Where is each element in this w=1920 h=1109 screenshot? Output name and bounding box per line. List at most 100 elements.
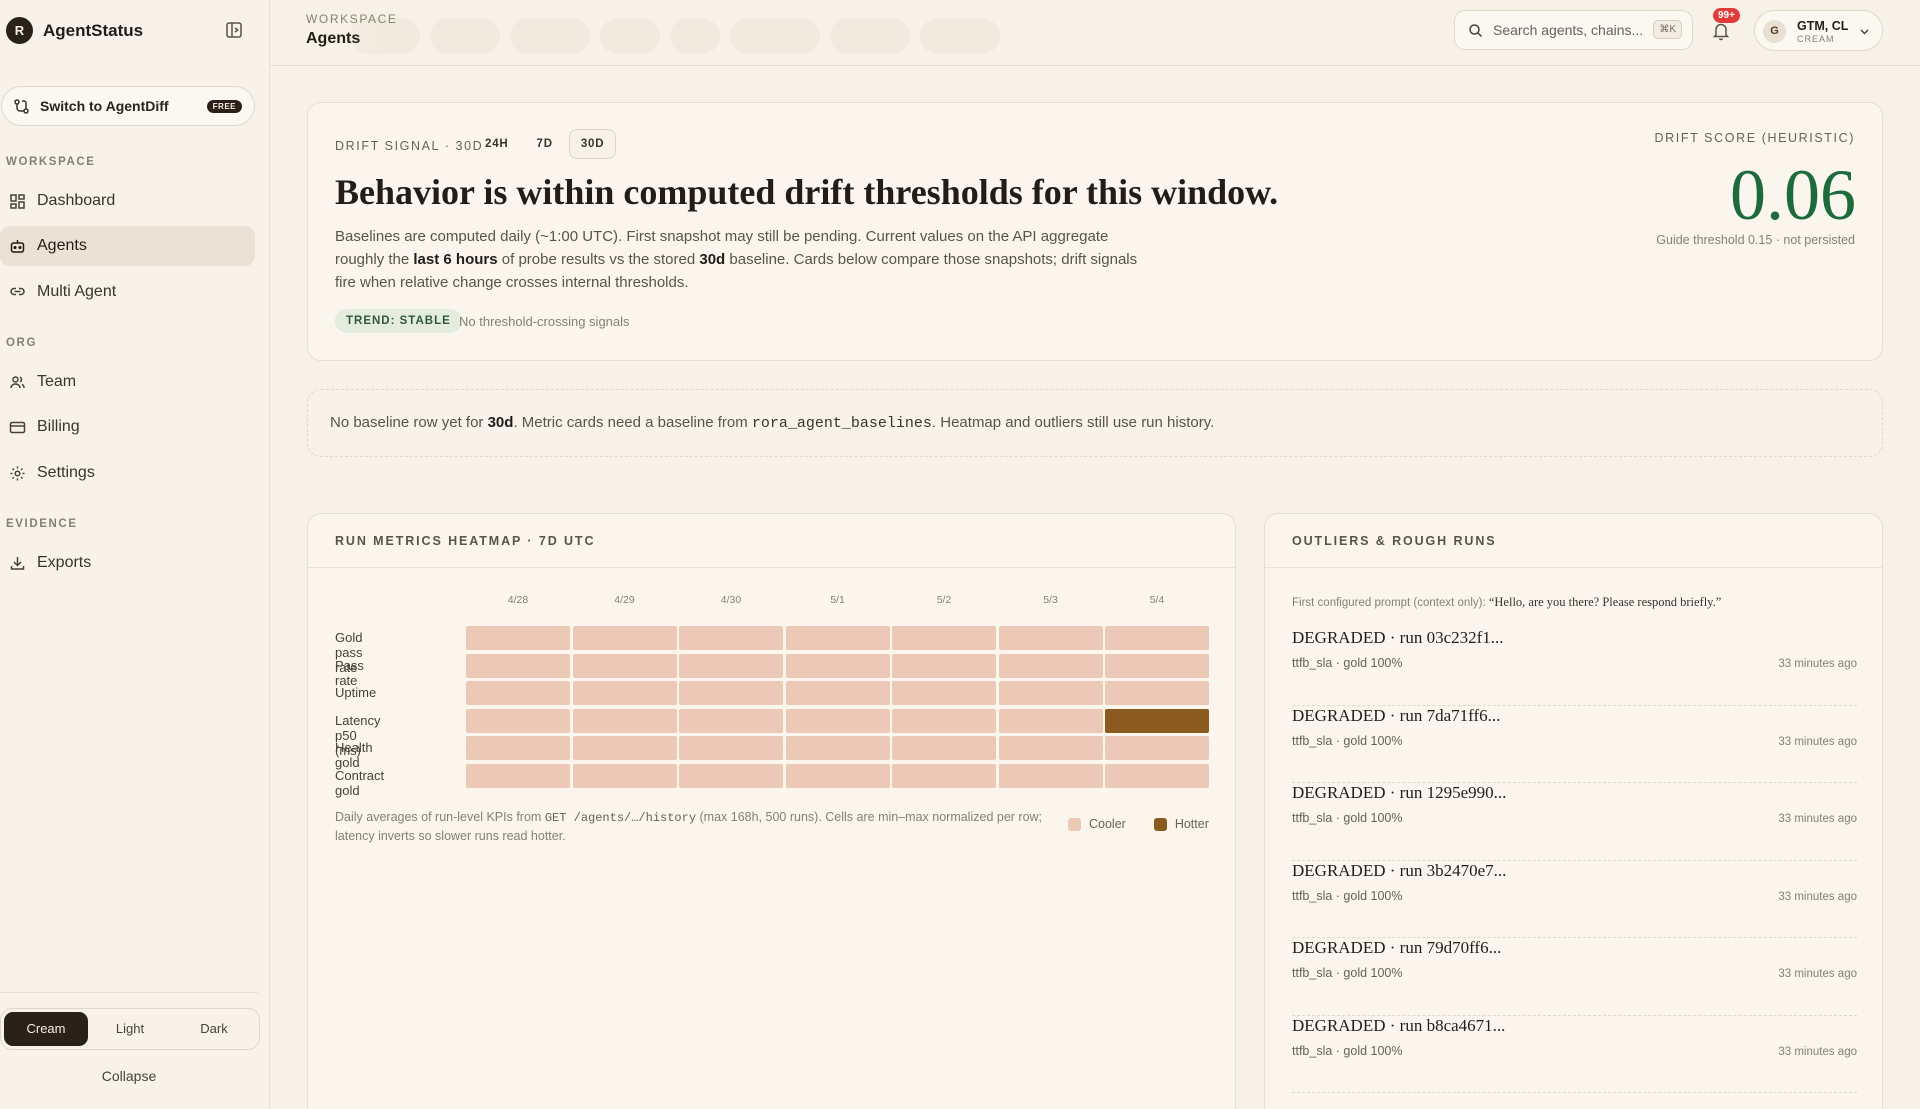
heatmap-cell[interactable] xyxy=(785,626,890,650)
heatmap-cell[interactable] xyxy=(466,653,570,678)
heatmap-cell[interactable] xyxy=(785,653,890,678)
heatmap-cell[interactable] xyxy=(572,763,677,788)
heatmap-cell[interactable] xyxy=(1105,708,1209,733)
heatmap-cell[interactable] xyxy=(998,626,1103,650)
theme-option-dark[interactable]: Dark xyxy=(172,1012,256,1046)
drift-description: Baselines are computed daily (~1:00 UTC)… xyxy=(335,228,1138,291)
drift-score-label: DRIFT SCORE (HEURISTIC) xyxy=(1654,131,1855,145)
heatmap-column-label: 4/28 xyxy=(507,594,529,606)
outlier-run-item[interactable]: DEGRADED · run 3b2470e7... ttfb_sla · gol… xyxy=(1292,860,1857,938)
bell-icon[interactable] xyxy=(1712,21,1730,41)
switch-agentdiff-button[interactable]: Switch to AgentDiff FREE xyxy=(1,86,255,126)
sidebar-item-exports[interactable]: Exports xyxy=(0,543,255,583)
free-badge: FREE xyxy=(206,100,242,113)
heatmap-column-label: 4/29 xyxy=(614,594,635,606)
outliers-card: OUTLIERS & ROUGH RUNS First configured p… xyxy=(1264,513,1883,1109)
search-shortcut: ⌘K xyxy=(1653,20,1682,39)
heatmap-cell[interactable] xyxy=(572,653,677,678)
theme-option-cream[interactable]: Cream xyxy=(4,1012,88,1046)
search-input[interactable]: Search agents, chains... ⌘K xyxy=(1454,10,1693,50)
outlier-run-item[interactable]: DEGRADED · run 03c232f1... ttfb_sla · gol… xyxy=(1292,628,1857,706)
outlier-run-item[interactable]: DEGRADED · run 7da71ff6... ttfb_sla · gol… xyxy=(1292,705,1857,783)
brand[interactable]: R AgentStatus xyxy=(6,17,143,44)
heatmap-cell[interactable] xyxy=(1105,681,1209,705)
sidebar-item-agents[interactable]: Agents xyxy=(0,226,255,266)
switch-agentdiff-label: Switch to AgentDiff xyxy=(40,98,169,114)
outlier-run-title: DEGRADED · run 3b2470e7... xyxy=(1292,860,1507,880)
outlier-run-title: DEGRADED · run 1295e990... xyxy=(1292,783,1507,802)
heatmap-cell[interactable] xyxy=(1105,736,1209,760)
outlier-run-time: 33 minutes ago xyxy=(1778,1045,1857,1058)
sidebar-item-settings[interactable]: Settings xyxy=(0,453,255,493)
heatmap-cell[interactable] xyxy=(572,736,677,760)
outlier-run-item[interactable]: DEGRADED · run b8ca4671... ttfb_sla · gol… xyxy=(1292,1016,1857,1093)
outlier-run-title: DEGRADED · run 7da71ff6... xyxy=(1292,705,1501,725)
heatmap-cell[interactable] xyxy=(679,653,783,678)
avatar: G xyxy=(1763,20,1786,43)
range-tab-24h[interactable]: 24H xyxy=(473,129,521,159)
heatmap-cell[interactable] xyxy=(892,708,996,733)
legend-cool-label: Cooler xyxy=(1089,817,1126,831)
heatmap-cell[interactable] xyxy=(572,626,677,650)
outlier-run-item[interactable]: DEGRADED · run 79d70ff6... ttfb_sla · gol… xyxy=(1292,938,1857,1016)
heatmap-cell[interactable] xyxy=(466,708,570,733)
sidebar-item-billing[interactable]: Billing xyxy=(0,407,255,447)
heatmap-cell[interactable] xyxy=(785,708,890,733)
sidebar: R AgentStatus Switch to AgentDiff FREE W… xyxy=(0,0,270,1109)
heatmap-cell[interactable] xyxy=(466,626,570,650)
heatmap-cell[interactable] xyxy=(998,763,1103,788)
theme-option-light[interactable]: Light xyxy=(88,1012,172,1046)
heatmap-cell[interactable] xyxy=(892,763,996,788)
sidebar-item-label: Team xyxy=(37,373,77,390)
heatmap-cell[interactable] xyxy=(892,681,996,705)
account-name: GTM, CL xyxy=(1797,19,1849,33)
sidebar-item-label: Exports xyxy=(37,554,92,571)
page-title: Agents xyxy=(306,30,361,47)
heatmap-cell[interactable] xyxy=(679,736,783,760)
heatmap-cell[interactable] xyxy=(679,708,783,733)
heatmap-cell[interactable] xyxy=(466,681,570,705)
topbar: WORKSPACE Agents Search agents, chains..… xyxy=(270,0,1920,66)
heatmap-cell[interactable] xyxy=(679,763,783,788)
account-theme: CREAM xyxy=(1797,34,1835,44)
sidebar-item-label: Billing xyxy=(37,418,80,435)
heatmap-cell[interactable] xyxy=(892,626,996,650)
heatmap-cell[interactable] xyxy=(892,653,996,678)
heatmap-cell[interactable] xyxy=(466,736,570,760)
heatmap-cell[interactable] xyxy=(785,763,890,788)
heatmap-cell[interactable] xyxy=(1105,653,1209,678)
heatmap-cell[interactable] xyxy=(679,681,783,705)
heatmap-cell[interactable] xyxy=(785,736,890,760)
heatmap-cell[interactable] xyxy=(1105,626,1209,650)
trend-badge: TREND: STABLE xyxy=(335,309,462,333)
heatmap-cell[interactable] xyxy=(572,681,677,705)
heatmap-cell[interactable] xyxy=(998,653,1103,678)
heatmap-cell[interactable] xyxy=(998,708,1103,733)
outlier-run-time: 33 minutes ago xyxy=(1778,658,1857,670)
sidebar-toggle-icon[interactable] xyxy=(225,21,243,39)
heatmap-cell[interactable] xyxy=(998,736,1103,760)
sidebar-item-multi-agent[interactable]: Multi Agent xyxy=(0,272,255,312)
download-icon xyxy=(10,556,25,570)
collapse-button[interactable]: Collapse xyxy=(0,1068,258,1084)
heatmap-cell[interactable] xyxy=(572,708,677,733)
outlier-list: DEGRADED · run 03c232f1... ttfb_sla · gol… xyxy=(1292,628,1857,1093)
sidebar-item-dashboard[interactable]: Dashboard xyxy=(0,181,255,221)
users-icon xyxy=(10,375,25,388)
heatmap-cell[interactable] xyxy=(892,736,996,760)
drift-signal-label: DRIFT SIGNAL · 30D xyxy=(335,139,484,153)
heatmap-cell[interactable] xyxy=(785,681,890,705)
outlier-run-meta: ttfb_sla · gold 100% xyxy=(1292,966,1403,980)
range-tab-7d[interactable]: 7D xyxy=(525,129,565,159)
outlier-run-item[interactable]: DEGRADED · run 1295e990... ttfb_sla · gol… xyxy=(1292,783,1857,861)
heatmap-row-label: Contract gold xyxy=(335,767,385,798)
heatmap-cell[interactable] xyxy=(1105,763,1209,788)
range-tab-30d[interactable]: 30D xyxy=(568,129,617,159)
heatmap-column-label: 5/3 xyxy=(1043,594,1058,606)
heatmap-cell[interactable] xyxy=(679,626,783,650)
heatmap-cell[interactable] xyxy=(998,681,1103,705)
sidebar-item-team[interactable]: Team xyxy=(0,362,255,402)
heatmap-cell[interactable] xyxy=(466,763,570,788)
outlier-run-meta: ttfb_sla · gold 100% xyxy=(1292,888,1403,903)
account-menu[interactable]: G GTM, CL CREAM xyxy=(1754,10,1883,51)
